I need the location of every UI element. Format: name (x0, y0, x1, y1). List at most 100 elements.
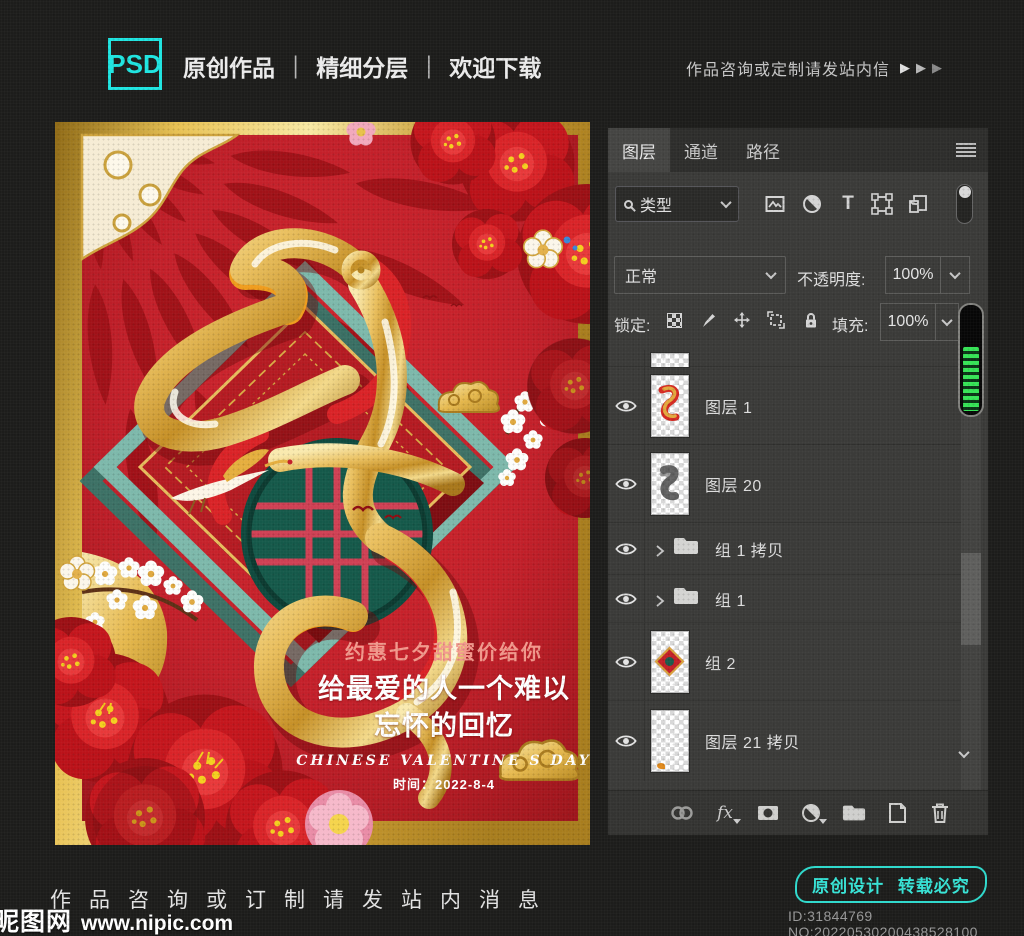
adjustment-filter-icon[interactable] (800, 192, 824, 216)
type-filter-icon[interactable]: T (836, 192, 860, 216)
blend-mode-value: 正常 (625, 269, 658, 286)
tab-paths[interactable]: 路径 (732, 128, 794, 172)
visibility-toggle[interactable] (608, 701, 645, 781)
opacity-value[interactable]: 100% (885, 256, 941, 294)
visibility-toggle[interactable] (608, 523, 645, 574)
layer-row[interactable]: 组 1 (608, 575, 961, 623)
group-collapse-chevron[interactable] (655, 544, 665, 557)
feature-layered: 精细分层 (316, 55, 409, 81)
tab-layers-label: 图层 (622, 142, 656, 162)
visibility-toggle[interactable] (608, 445, 645, 522)
layer-row[interactable]: 图层 21 拷贝 (608, 701, 961, 781)
opacity-label: 不透明度: (797, 272, 866, 289)
feature-original: 原创作品 (183, 55, 275, 81)
link-icon[interactable] (670, 801, 694, 825)
blend-row: 正常 不透明度: 100% (608, 248, 988, 302)
poster-preview: 约惠七夕甜蜜价给你 给最爱的人一个难以 忘怀的回忆 CHINESE VALENT… (55, 122, 590, 845)
pink-flower (346, 122, 376, 146)
new-group-icon[interactable] (842, 801, 866, 825)
layer-row[interactable]: 图层 1 (608, 367, 961, 445)
psd-logo: PSD (108, 38, 162, 90)
poster-english-subtitle: CHINESE VALENTINE S DAY (296, 753, 592, 769)
chevron-down-icon (720, 196, 732, 209)
eye-icon (615, 543, 637, 554)
layer-thumbnail[interactable] (650, 451, 690, 516)
layer-row[interactable]: 组 2 (608, 623, 961, 701)
layer-row-partial[interactable] (608, 350, 961, 368)
layer-thumbnail[interactable] (650, 351, 690, 368)
tab-layers[interactable]: 图层 (608, 128, 670, 172)
layer-name: 图层 21 拷贝 (705, 735, 800, 752)
eye-icon (615, 656, 637, 667)
opacity-dropdown[interactable] (940, 256, 970, 294)
group-collapse-chevron[interactable] (655, 594, 665, 607)
opacity-value-text: 100% (892, 266, 934, 283)
tab-paths-label: 路径 (746, 142, 780, 162)
fill-value[interactable]: 100% (880, 303, 936, 341)
poster-text-block: 约惠七夕甜蜜价给你 给最爱的人一个难以 忘怀的回忆 CHINESE VALENT… (279, 636, 609, 793)
tab-channels[interactable]: 通道 (670, 128, 732, 172)
site-watermark: 昵图网 www.nipic.com (0, 902, 233, 936)
asset-id-line: ID:31844769 NO:20220530200438528100 (788, 908, 978, 936)
eye-cell (608, 350, 645, 366)
feature-list: 原创作品 | 精细分层 | 欢迎下载 (183, 49, 541, 83)
folder-icon (673, 536, 699, 561)
triangle-down-icon (819, 819, 827, 824)
copyright-badge-text: 原创设计 转载必究 (812, 877, 970, 896)
chevron-down-icon (941, 314, 953, 327)
poster-headline-1: 给最爱的人一个难以 (318, 674, 570, 705)
visibility-toggle[interactable] (608, 367, 645, 444)
eye-icon (615, 478, 637, 489)
filter-kind-select[interactable]: 类型 (615, 186, 739, 222)
divider: | (426, 51, 432, 80)
tab-channels-label: 通道 (684, 142, 718, 162)
divider: | (293, 51, 299, 80)
fx-label: fx (717, 803, 733, 823)
shape-filter-icon[interactable] (870, 192, 894, 216)
folder-icon (673, 586, 699, 611)
lock-pixels-icon[interactable] (698, 310, 718, 330)
smart-object-filter-icon[interactable] (906, 192, 930, 216)
fill-dropdown[interactable] (935, 303, 959, 341)
poster-date: 时间：2022-8-4 (392, 777, 496, 792)
psd-logo-text: PSD (108, 48, 162, 79)
layer-row[interactable]: 组 1 拷贝 (608, 523, 961, 575)
filter-toggle[interactable] (956, 184, 973, 224)
layer-list: 图层 1 图层 20 组 1 拷贝 组 1 组 2 图层 21 拷贝 (608, 350, 961, 790)
panel-menu-icon[interactable] (956, 143, 976, 157)
layer-name: 组 1 (715, 592, 746, 610)
new-layer-icon[interactable] (885, 801, 909, 825)
arrow-icon: ▶ (900, 60, 912, 75)
lock-transparent-icon[interactable] (664, 310, 684, 330)
type-glyph: T (842, 193, 854, 214)
layer-name: 组 2 (705, 655, 736, 673)
site-name: 昵图网 (0, 908, 73, 936)
screenshot-root: PSD 原创作品 | 精细分层 | 欢迎下载 作品咨询或定制请发站内信 ▶ ▶ … (0, 0, 1024, 936)
eye-icon (615, 400, 637, 411)
arrow-icon: ▶ (932, 60, 944, 75)
eye-icon (615, 593, 637, 604)
search-icon (624, 199, 633, 209)
lock-all-icon[interactable] (801, 310, 821, 330)
adjustment-icon[interactable] (799, 801, 827, 825)
copyright-badge: 原创设计 转载必究 (795, 866, 987, 903)
blend-mode-select[interactable]: 正常 (614, 256, 786, 294)
fill-value-text: 100% (887, 313, 929, 330)
delete-icon[interactable] (928, 801, 952, 825)
visibility-toggle[interactable] (608, 575, 645, 622)
layer-thumbnail[interactable] (650, 709, 690, 773)
fx-icon[interactable]: fx (713, 801, 741, 825)
filter-row: 类型 T (608, 172, 988, 248)
header-contact-text: 作品咨询或定制请发站内信 (686, 62, 891, 79)
scrollbar-thumb[interactable] (961, 553, 981, 645)
layer-row[interactable]: 图层 20 (608, 445, 961, 523)
layer-mask-icon[interactable] (756, 801, 780, 825)
feature-download: 欢迎下载 (449, 55, 542, 81)
lock-position-icon[interactable] (732, 310, 752, 330)
visibility-toggle[interactable] (608, 623, 645, 700)
layer-thumbnail[interactable] (650, 373, 690, 438)
lock-artboard-icon[interactable] (766, 310, 786, 330)
pixel-filter-icon[interactable] (763, 192, 787, 216)
header-contact: 作品咨询或定制请发站内信 ▶ ▶ ▶ (686, 56, 943, 80)
layer-thumbnail[interactable] (650, 629, 690, 694)
